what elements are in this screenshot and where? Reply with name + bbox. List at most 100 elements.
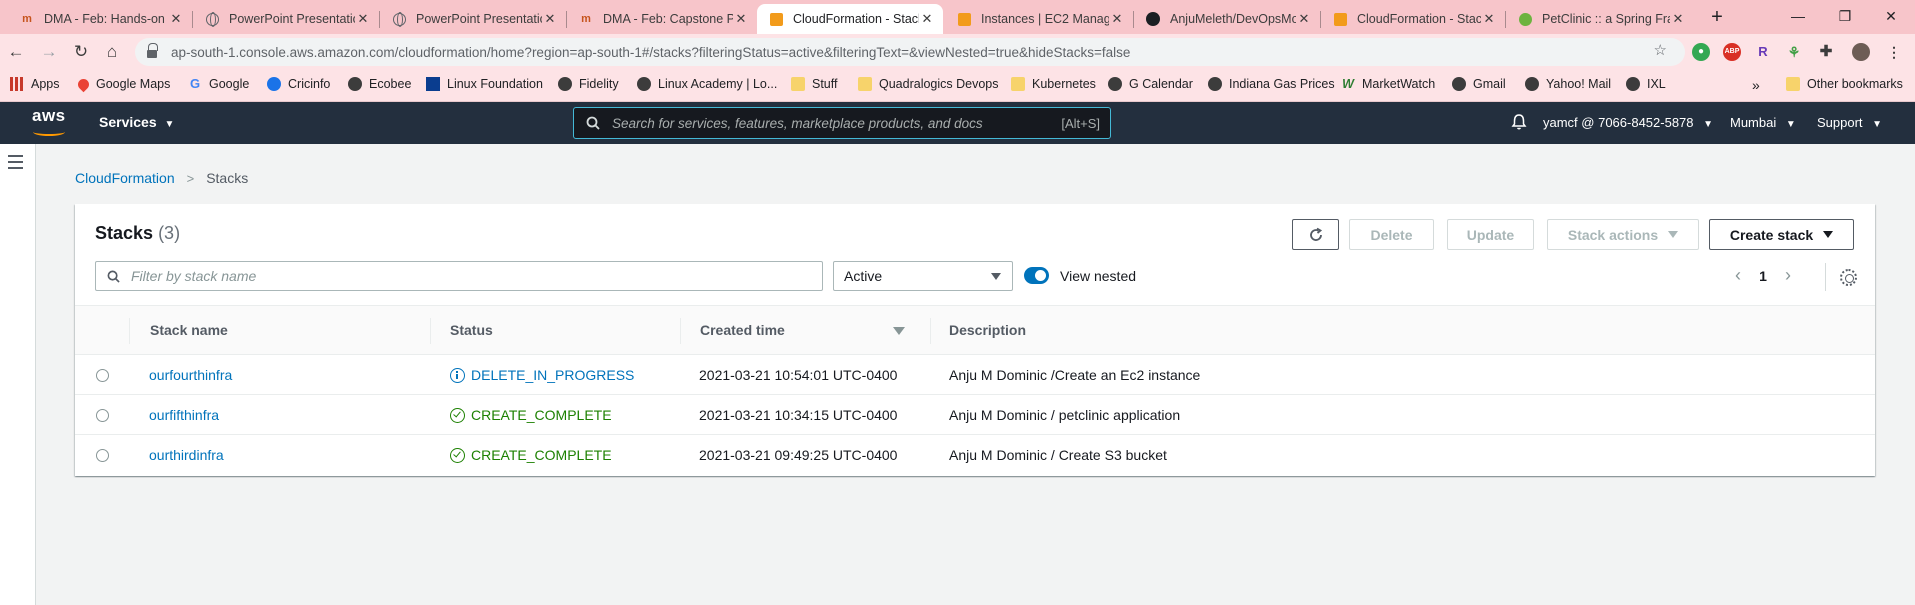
- bookmark-item[interactable]: W MarketWatch: [1341, 77, 1435, 91]
- bookmark-item[interactable]: Kubernetes: [1011, 77, 1096, 91]
- column-header-status[interactable]: Status: [450, 322, 493, 338]
- close-icon[interactable]: ✕: [1109, 11, 1125, 27]
- bookmark-item[interactable]: Stuff: [791, 77, 837, 91]
- sort-descending-icon[interactable]: [893, 327, 905, 335]
- chevron-right-icon[interactable]: ›: [1778, 265, 1798, 286]
- update-button[interactable]: Update: [1447, 219, 1534, 250]
- table-row[interactable]: ourfifthinfra CREATE_COMPLETE 2021-03-21…: [75, 395, 1875, 435]
- close-icon[interactable]: ✕: [542, 11, 558, 27]
- stack-name-link[interactable]: ourthirdinfra: [149, 447, 224, 463]
- bookmark-label: G Calendar: [1129, 77, 1193, 91]
- stack-filter-input[interactable]: [131, 268, 822, 284]
- bookmark-item[interactable]: Linux Academy | Lo...: [637, 77, 777, 91]
- browser-tab[interactable]: PetClinic :: a Spring Fra ✕: [1506, 4, 1694, 34]
- stack-filter[interactable]: [95, 261, 823, 291]
- other-bookmarks[interactable]: Other bookmarks: [1786, 77, 1903, 91]
- stack-name-link[interactable]: ourfourthinfra: [149, 367, 232, 383]
- browser-tab[interactable]: m DMA - Feb: Capstone P ✕: [567, 4, 757, 34]
- table-row[interactable]: ourfourthinfra DELETE_IN_PROGRESS 2021-0…: [75, 355, 1875, 395]
- settings-gear-icon[interactable]: [1840, 269, 1857, 286]
- extension-leaf-icon[interactable]: ⚘: [1785, 43, 1803, 61]
- region-menu[interactable]: Mumbai ▼: [1730, 115, 1796, 130]
- chevron-left-icon[interactable]: ‹: [1728, 265, 1748, 286]
- aws-search-bar[interactable]: [Alt+S]: [573, 107, 1111, 139]
- restore-button[interactable]: ❐: [1822, 3, 1868, 29]
- view-nested-toggle[interactable]: View nested: [1024, 267, 1136, 284]
- bookmarks-overflow-button[interactable]: »: [1752, 77, 1760, 93]
- browser-tab[interactable]: Instances | EC2 Manage ✕: [945, 4, 1133, 34]
- aws-logo[interactable]: aws: [32, 106, 68, 138]
- column-header-stack-name[interactable]: Stack name: [150, 322, 228, 338]
- extensions-puzzle-icon[interactable]: ✚: [1817, 43, 1835, 61]
- stack-name-link[interactable]: ourfifthinfra: [149, 407, 219, 423]
- row-select-radio[interactable]: [96, 449, 109, 462]
- new-tab-button[interactable]: +: [1703, 6, 1731, 30]
- minimize-button[interactable]: —: [1775, 3, 1821, 29]
- column-header-description[interactable]: Description: [949, 322, 1026, 338]
- stack-actions-button[interactable]: Stack actions: [1547, 219, 1699, 250]
- bookmark-item[interactable]: Quadralogics Devops: [858, 77, 999, 91]
- row-select-radio[interactable]: [96, 409, 109, 422]
- bookmark-item[interactable]: Indiana Gas Prices: [1208, 77, 1335, 91]
- bookmark-item[interactable]: Linux Foundation: [426, 77, 543, 91]
- menu-hamburger-icon[interactable]: [8, 155, 24, 169]
- browser-tab-strip: m DMA - Feb: Hands-on l ✕ PowerPoint Pre…: [0, 0, 1915, 34]
- close-icon[interactable]: ✕: [168, 11, 184, 27]
- folder-icon: [858, 77, 872, 91]
- bookmark-item[interactable]: Ecobee: [348, 77, 411, 91]
- page-number[interactable]: 1: [1748, 268, 1778, 284]
- support-menu[interactable]: Support ▼: [1817, 115, 1882, 130]
- browser-tab[interactable]: PowerPoint Presentatio ✕: [380, 4, 566, 34]
- forward-icon[interactable]: →: [36, 39, 62, 65]
- bookmark-item[interactable]: Fidelity: [558, 77, 619, 91]
- services-menu[interactable]: Services ▼: [99, 114, 174, 130]
- close-window-button[interactable]: ✕: [1868, 3, 1914, 29]
- browser-tab[interactable]: AnjuMeleth/DevOpsMo ✕: [1134, 4, 1320, 34]
- close-icon[interactable]: ✕: [1296, 11, 1312, 27]
- row-select-radio[interactable]: [96, 369, 109, 382]
- address-bar[interactable]: ap-south-1.console.aws.amazon.com/cloudf…: [135, 38, 1685, 66]
- bookmark-item[interactable]: G Calendar: [1108, 77, 1193, 91]
- reload-icon[interactable]: ↻: [68, 39, 94, 65]
- bookmark-item[interactable]: Cricinfo: [267, 77, 330, 91]
- table-row[interactable]: ourthirdinfra CREATE_COMPLETE 2021-03-21…: [75, 435, 1875, 475]
- bookmark-item[interactable]: Yahoo! Mail: [1525, 77, 1611, 91]
- bookmark-star-icon[interactable]: ☆: [1654, 41, 1667, 59]
- bookmark-item[interactable]: Apps: [10, 77, 60, 91]
- stack-description: Anju M Dominic / petclinic application: [949, 407, 1181, 423]
- profile-avatar[interactable]: [1852, 43, 1870, 61]
- notifications-bell-icon[interactable]: [1511, 113, 1527, 131]
- refresh-button[interactable]: [1292, 219, 1339, 250]
- close-icon[interactable]: ✕: [1481, 11, 1497, 27]
- close-icon[interactable]: ✕: [1670, 11, 1686, 27]
- close-icon[interactable]: ✕: [733, 11, 749, 27]
- extension-icon[interactable]: ●: [1692, 43, 1710, 61]
- close-icon[interactable]: ✕: [919, 11, 935, 27]
- delete-button[interactable]: Delete: [1349, 219, 1434, 250]
- chrome-menu-icon[interactable]: ⋮: [1885, 43, 1903, 61]
- adblock-icon[interactable]: ABP: [1723, 43, 1741, 61]
- aws-search-input[interactable]: [612, 115, 1062, 131]
- browser-tab[interactable]: CloudFormation - Stac ✕: [1321, 4, 1505, 34]
- tab-title: PowerPoint Presentatio: [416, 12, 542, 26]
- breadcrumb-cloudformation-link[interactable]: CloudFormation: [75, 170, 175, 186]
- extension-r-icon[interactable]: R: [1754, 43, 1772, 61]
- dma-icon: m: [581, 13, 591, 25]
- bookmark-label: Ecobee: [369, 77, 412, 91]
- home-icon[interactable]: ⌂: [99, 39, 125, 65]
- back-icon[interactable]: ←: [3, 39, 29, 65]
- bookmark-item[interactable]: G Google: [188, 77, 249, 92]
- toggle-switch[interactable]: [1024, 267, 1049, 284]
- account-menu[interactable]: yamcf @ 7066-8452-5878 ▼: [1543, 115, 1713, 130]
- column-header-created-time[interactable]: Created time: [700, 322, 785, 338]
- browser-tab-active[interactable]: CloudFormation - Stack ✕: [757, 4, 943, 34]
- browser-tab[interactable]: PowerPoint Presentatio ✕: [193, 4, 379, 34]
- bookmark-item[interactable]: IXL: [1626, 77, 1666, 91]
- status-filter-select[interactable]: Active: [833, 261, 1013, 291]
- bookmark-label: Indiana Gas Prices: [1229, 77, 1335, 91]
- bookmark-item[interactable]: Gmail: [1452, 77, 1506, 91]
- browser-tab[interactable]: m DMA - Feb: Hands-on l ✕: [8, 4, 192, 34]
- bookmark-item[interactable]: Google Maps: [75, 76, 170, 92]
- create-stack-button[interactable]: Create stack: [1709, 219, 1854, 250]
- close-icon[interactable]: ✕: [355, 11, 371, 27]
